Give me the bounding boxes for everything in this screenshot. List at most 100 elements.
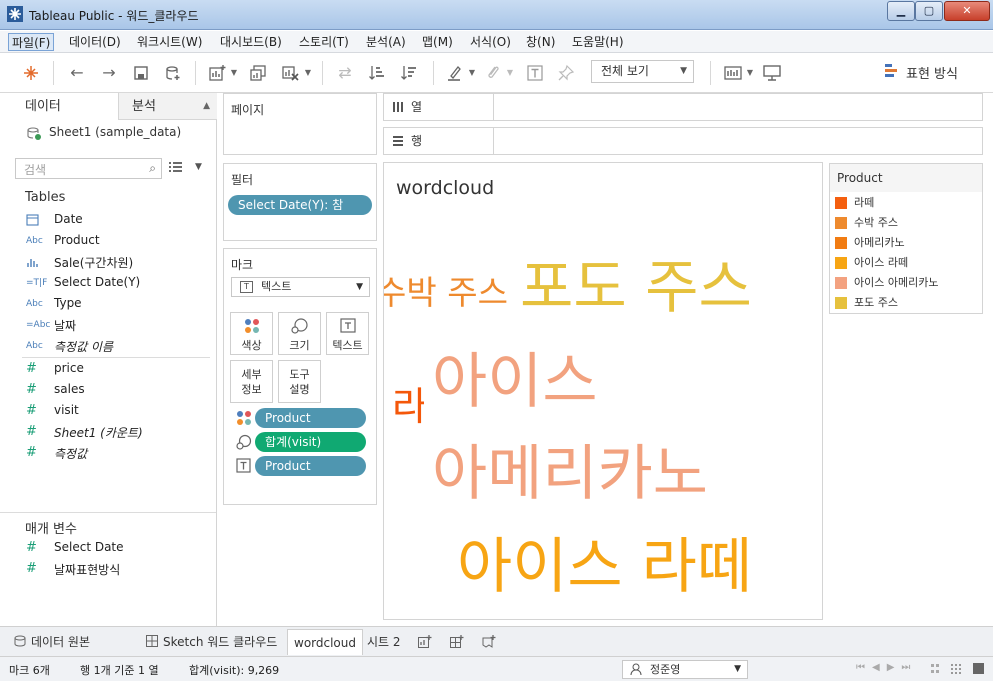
swap-rows-columns-icon[interactable]: ⇄ (334, 62, 356, 84)
clear-sheet-icon[interactable] (279, 62, 301, 84)
word-grape-juice[interactable]: 포도 주스 (520, 240, 752, 324)
new-worksheet-dropdown-icon[interactable]: ▼ (228, 62, 240, 84)
menu-file[interactable]: 파일(F) (8, 33, 55, 51)
fix-axes-icon[interactable] (555, 62, 577, 84)
search-icon[interactable]: ⌕ (149, 161, 156, 176)
menu-format[interactable]: 서식(O) (467, 33, 514, 51)
show-cards-dropdown-icon[interactable]: ▼ (744, 62, 756, 84)
field-measure-names[interactable]: Abc 측정값 이름 (0, 336, 210, 356)
duplicate-sheet-icon[interactable] (247, 62, 269, 84)
tab-data-source[interactable]: 데이터 원본 (8, 629, 96, 655)
detail-button[interactable]: 세부 정보 (230, 360, 273, 403)
new-story-icon[interactable] (482, 635, 496, 649)
word-ice[interactable]: 아이스 (432, 333, 598, 420)
pages-card[interactable]: 페이지 (223, 93, 377, 155)
wordcloud-view[interactable]: wordcloud 수박 주스 포도 주스 라떼 아이스 아메리카노 아이스 라… (383, 162, 823, 620)
search-input[interactable]: 검색 ⌕ (15, 158, 162, 179)
new-worksheet-icon[interactable] (418, 635, 432, 649)
group-dropdown-icon[interactable]: ▼ (504, 62, 516, 84)
param-date-format[interactable]: # 날짜표현방식 (0, 559, 210, 579)
label-button[interactable]: 텍스트 (326, 312, 369, 355)
word-latte[interactable]: 라떼 (392, 376, 424, 432)
menu-map[interactable]: 맵(M) (419, 33, 456, 51)
filter-pill[interactable]: Select Date(Y): 참 (228, 195, 372, 215)
sort-ascending-icon[interactable] (366, 62, 388, 84)
field-product[interactable]: Abc Product (0, 231, 210, 251)
new-datasource-icon[interactable] (162, 62, 184, 84)
tab-wordcloud[interactable]: wordcloud (287, 629, 363, 655)
word-watermelon-juice[interactable]: 수박 주스 (384, 266, 508, 314)
field-sheet1-count[interactable]: # Sheet1 (카운트) (0, 422, 210, 442)
field-select-date-y[interactable]: =T|F Select Date(Y) (0, 273, 210, 293)
tab-data[interactable]: 데이터 (0, 93, 119, 120)
color-pill-product[interactable]: Product (255, 408, 366, 428)
menu-dashboard[interactable]: 대시보드(B) (217, 33, 285, 51)
number-type-icon: # (26, 424, 37, 439)
save-icon[interactable] (130, 62, 152, 84)
show-mark-labels-icon[interactable] (524, 62, 546, 84)
menu-story[interactable]: 스토리(T) (296, 33, 352, 51)
legend-swatch (835, 257, 847, 269)
field-price[interactable]: # price (0, 359, 210, 379)
field-visit[interactable]: # visit (0, 401, 210, 421)
number-type-icon: # (26, 445, 37, 460)
color-legend[interactable]: Product 라떼 수박 주스 아메리카노 아이스 라떼 아이스 아메리카노 … (829, 163, 983, 314)
field-type[interactable]: Abc Type (0, 294, 210, 314)
group-members-icon[interactable] (482, 62, 504, 84)
mark-type-select[interactable]: T 텍스트 ▼ (231, 277, 370, 297)
menu-data[interactable]: 데이터(D) (66, 33, 124, 51)
new-dashboard-icon[interactable] (450, 635, 464, 649)
size-pill-visit[interactable]: 합계(visit) (255, 432, 366, 452)
tab-sketch-wordcloud[interactable]: Sketch 워드 클라우드 (140, 629, 283, 655)
show-me-icon[interactable] (885, 64, 899, 78)
field-date[interactable]: Date (0, 210, 210, 230)
sheet-view-icons[interactable] (930, 661, 986, 677)
menu-help[interactable]: 도움말(H) (569, 33, 627, 51)
size-button[interactable]: 크기 (278, 312, 321, 355)
rows-shelf[interactable]: 행 (383, 127, 983, 155)
menu-window[interactable]: 창(N) (523, 33, 558, 51)
sheet-navigation-icons[interactable]: ⏮◀▶⏭ (856, 662, 917, 673)
field-measure-values[interactable]: # 측정값 (0, 443, 210, 463)
fit-view-select[interactable]: 전체 보기 ▼ (591, 60, 694, 83)
redo-icon[interactable]: → (98, 62, 120, 84)
presentation-mode-icon[interactable] (761, 62, 783, 84)
highlight-dropdown-icon[interactable]: ▼ (466, 62, 478, 84)
tooltip-button[interactable]: 도구 설명 (278, 360, 321, 403)
word-americano[interactable]: 아메리카노 (432, 425, 708, 512)
user-account-select[interactable]: 정준영 ▼ (622, 660, 748, 679)
menu-worksheet[interactable]: 워크시트(W) (134, 33, 205, 51)
new-worksheet-icon[interactable] (206, 62, 228, 84)
param-select-date[interactable]: # Select Date (0, 538, 210, 558)
tab-analysis[interactable]: 분석 ▲ (119, 93, 217, 120)
legend-label: 수박 주스 (854, 216, 898, 229)
rows-label: 행 (384, 128, 494, 154)
tableau-home-icon[interactable] (20, 62, 42, 84)
field-date-calc[interactable]: =Abc 날짜 (0, 315, 210, 335)
menu-bar: 파일(F) 데이터(D) 워크시트(W) 대시보드(B) 스토리(T) 분석(A… (0, 31, 993, 53)
show-me-button[interactable]: 표현 방식 (906, 63, 958, 82)
highlight-icon[interactable] (444, 62, 466, 84)
word-iced-latte[interactable]: 아이스 라떼 (457, 518, 752, 605)
pane-menu-chevron-icon[interactable]: ▼ (195, 162, 202, 172)
maximize-button[interactable]: ▢ (915, 1, 943, 21)
datasource-name[interactable]: Sheet1 (sample_data) (49, 125, 181, 139)
close-button[interactable]: ✕ (944, 1, 990, 21)
minimize-button[interactable]: ▁ (887, 1, 915, 21)
columns-shelf[interactable]: 열 (383, 93, 983, 121)
sort-descending-icon[interactable] (398, 62, 420, 84)
tab-sheet-2[interactable]: 시트 2 (361, 629, 407, 655)
view-list-icon[interactable] (168, 161, 183, 175)
show-cards-icon[interactable] (722, 62, 744, 84)
field-sales[interactable]: # sales (0, 380, 210, 400)
filters-card[interactable]: 필터 Select Date(Y): 참 (223, 163, 377, 241)
color-button[interactable]: 색상 (230, 312, 273, 355)
field-label: Select Date (54, 540, 124, 554)
menu-analysis[interactable]: 분석(A) (363, 33, 409, 51)
field-sale-bin[interactable]: Sale(구간차원) (0, 252, 210, 272)
clear-sheet-dropdown-icon[interactable]: ▼ (302, 62, 314, 84)
pages-title: 페이지 (231, 103, 265, 117)
undo-icon[interactable]: ← (66, 62, 88, 84)
text-pill-product[interactable]: Product (255, 456, 366, 476)
legend-label: 포도 주스 (854, 296, 898, 309)
